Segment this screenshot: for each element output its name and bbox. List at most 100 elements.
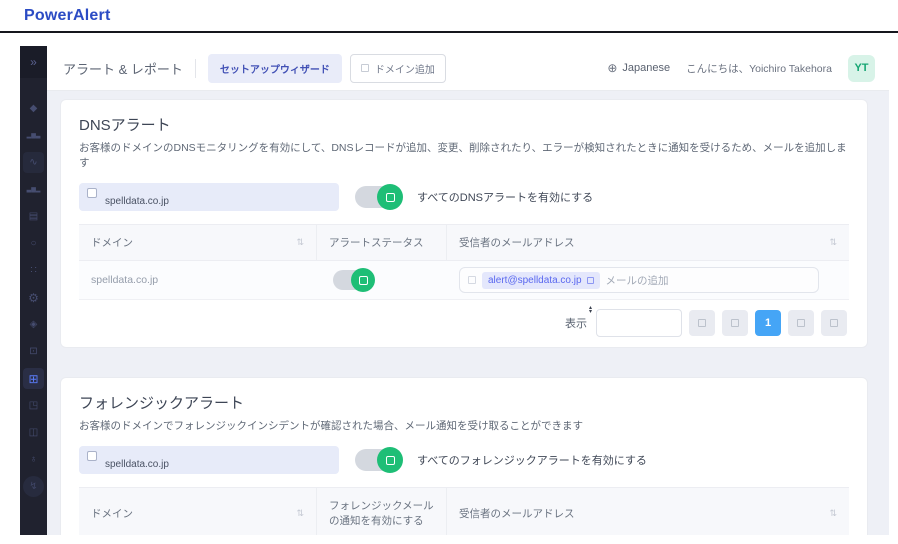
toggle-square-icon [358, 275, 368, 285]
toggle-square-icon [385, 192, 395, 202]
site-header: PowerAlert [0, 0, 898, 31]
show-label: 表示 [565, 318, 587, 330]
checkbox-icon[interactable] [87, 451, 97, 461]
grid-icon: ⊞ [28, 371, 39, 386]
sidebar-expand-button[interactable]: » [20, 46, 47, 78]
dns-email-input[interactable]: alert@spelldata.co.jp メールの追加 [459, 267, 819, 293]
add-domain-button[interactable]: ドメイン追加 [349, 53, 446, 83]
forensic-domain-chip-label: spelldata.co.jp [105, 459, 169, 470]
toggle-knob-icon [377, 184, 403, 210]
book-icon: ▤ [28, 210, 39, 222]
sidebar: » ◆ ▂▆▃ ∿ ▃▆▂ ▤ ○ ∷ ⚙ ◈ ⊡ ⊞ ◳ ◫ ♁ ↯ [20, 46, 47, 535]
diamond-icon: ◆ [29, 102, 38, 114]
email-tag-label: alert@spelldata.co.jp [488, 274, 582, 286]
sidebar-item-dashboard[interactable]: ◆ [23, 98, 44, 119]
sidebar-item-frames[interactable]: ◳ [23, 395, 44, 416]
chevron-double-right-icon: » [30, 55, 37, 69]
sidebar-item-charts[interactable]: ▂▆▃ [23, 125, 44, 146]
forensic-domain-multiselect[interactable]: spelldata.co.jp [79, 446, 339, 474]
sidebar-item-activity[interactable]: ∿ [23, 152, 44, 173]
dns-pagination: 表示 ▴ ▾ 1 [79, 300, 849, 347]
dns-row-toggle[interactable] [333, 268, 375, 292]
current-page-button[interactable]: 1 [755, 310, 781, 336]
dns-col-domain: ドメイン ⇅ [79, 225, 317, 260]
sidebar-item-globe[interactable]: ♁ [23, 449, 44, 470]
forensic-table: ドメイン ⇅ フォレンジックメールの通知を有効にする 受信者のメールアドレス ⇅… [79, 487, 849, 535]
dns-section-description: お客様のドメインのDNSモニタリングを有効にして、DNSレコードが追加、変更、削… [79, 142, 847, 169]
toggle-knob-icon [351, 268, 375, 292]
topbar-right: ⊕ Japanese こんにちは、Yoichiro Takehora YT [607, 54, 875, 82]
header-divider [0, 31, 898, 33]
email-tag: alert@spelldata.co.jp [482, 271, 600, 289]
checkbox-icon[interactable] [87, 188, 97, 198]
activity-icon: ∿ [29, 156, 38, 168]
circle-icon: ○ [30, 237, 37, 249]
dns-domain-multiselect[interactable]: spelldata.co.jp [79, 183, 339, 211]
sidebar-item-security[interactable]: ◈ [23, 314, 44, 335]
forensic-section-description: お客様のドメインでフォレンジックインシデントが確認された場合、メール通知を受け取… [79, 420, 583, 432]
next-page-button[interactable] [788, 310, 814, 336]
topbar: アラート & レポート セットアップウィザード ドメイン追加 ⊕ Japanes… [47, 46, 889, 91]
next-page-icon [797, 319, 805, 327]
forensic-controls-row: spelldata.co.jp すべてのフォレンジックアラートを有効にする [79, 446, 849, 474]
first-page-button[interactable] [689, 310, 715, 336]
page-title: アラート & レポート [63, 58, 196, 78]
prev-page-icon [731, 319, 739, 327]
forensic-col-email-label: 受信者のメールアドレス [459, 507, 575, 520]
remove-email-icon[interactable] [586, 276, 594, 284]
language-selector[interactable]: ⊕ Japanese [607, 61, 670, 75]
prev-page-button[interactable] [722, 310, 748, 336]
sidebar-item-reports[interactable]: ▤ [23, 206, 44, 227]
dns-col-email: 受信者のメールアドレス ⇅ [447, 225, 849, 260]
app-window: » ◆ ▂▆▃ ∿ ▃▆▂ ▤ ○ ∷ ⚙ ◈ ⊡ ⊞ ◳ ◫ ♁ ↯ アラート… [20, 46, 889, 535]
globe-stand-icon: ♁ [29, 453, 38, 465]
sidebar-item-selection[interactable]: ⊡ [23, 341, 44, 362]
sort-icon[interactable]: ⇅ [821, 508, 837, 519]
shield-icon: ◈ [29, 318, 38, 330]
dns-section-title: DNSアラート [79, 117, 171, 134]
selection-icon: ⊡ [29, 345, 38, 357]
forensic-enable-all-toggle[interactable] [355, 447, 403, 473]
bar-chart-icon: ▂▆▃ [26, 132, 41, 139]
setup-wizard-button[interactable]: セットアップウィザード [207, 53, 342, 83]
plus-square-icon [360, 64, 369, 72]
forensic-alert-card: フォレンジックアラート お客様のドメインでフォレンジックインシデントが確認された… [60, 377, 868, 535]
sidebar-item-power[interactable]: ↯ [23, 476, 44, 497]
sidebar-item-monitor[interactable]: ○ [23, 233, 44, 254]
forensic-section-title: フォレンジックアラート [79, 395, 245, 412]
sidebar-nav: ◆ ▂▆▃ ∿ ▃▆▂ ▤ ○ ∷ ⚙ ◈ ⊡ ⊞ ◳ ◫ ♁ ↯ [23, 98, 44, 497]
sort-icon[interactable]: ⇅ [288, 508, 304, 519]
first-page-icon [698, 319, 706, 327]
sidebar-item-stats[interactable]: ▃▆▂ [23, 179, 44, 200]
dns-col-status: アラートステータス [317, 225, 447, 260]
last-page-icon [830, 319, 838, 327]
forensic-col-status-label: フォレンジックメールの通知を有効にする [329, 500, 434, 527]
gear-icon: ⚙ [28, 290, 39, 305]
dns-row-domain: spelldata.co.jp [91, 274, 159, 286]
sidebar-item-layout[interactable]: ◫ [23, 422, 44, 443]
last-page-button[interactable] [821, 310, 847, 336]
dns-enable-all-toggle[interactable] [355, 184, 403, 210]
sort-icon[interactable]: ⇅ [288, 237, 304, 248]
page-size-wrap: ▴ ▾ [589, 305, 682, 337]
user-greeting: こんにちは、Yoichiro Takehora [686, 62, 832, 75]
dns-col-domain-label: ドメイン [91, 237, 133, 249]
dns-col-status-label: アラートステータス [329, 237, 424, 249]
spinner-arrows-icon[interactable]: ▴ ▾ [589, 305, 592, 315]
email-placeholder: メールの追加 [605, 274, 669, 287]
page-size-input[interactable] [596, 309, 682, 337]
forensic-table-header: ドメイン ⇅ フォレンジックメールの通知を有効にする 受信者のメールアドレス ⇅ [79, 488, 849, 535]
language-label: Japanese [622, 62, 671, 74]
sort-icon[interactable]: ⇅ [821, 237, 837, 248]
sidebar-item-nodes[interactable]: ∷ [23, 260, 44, 281]
layout-icon: ◫ [28, 426, 39, 438]
main-area: アラート & レポート セットアップウィザード ドメイン追加 ⊕ Japanes… [47, 46, 889, 535]
forensic-col-domain-label: ドメイン [91, 507, 133, 520]
sidebar-item-alerts-active[interactable]: ⊞ [23, 368, 44, 389]
brand-logo: PowerAlert [24, 7, 111, 24]
dns-table-row: spelldata.co.jp alert@spelldata.co.jp メー… [79, 261, 849, 300]
avatar[interactable]: YT [848, 54, 875, 82]
sidebar-item-settings[interactable]: ⚙ [23, 287, 44, 308]
brackets-icon: ◳ [28, 399, 39, 411]
dns-domain-chip-label: spelldata.co.jp [105, 196, 169, 207]
